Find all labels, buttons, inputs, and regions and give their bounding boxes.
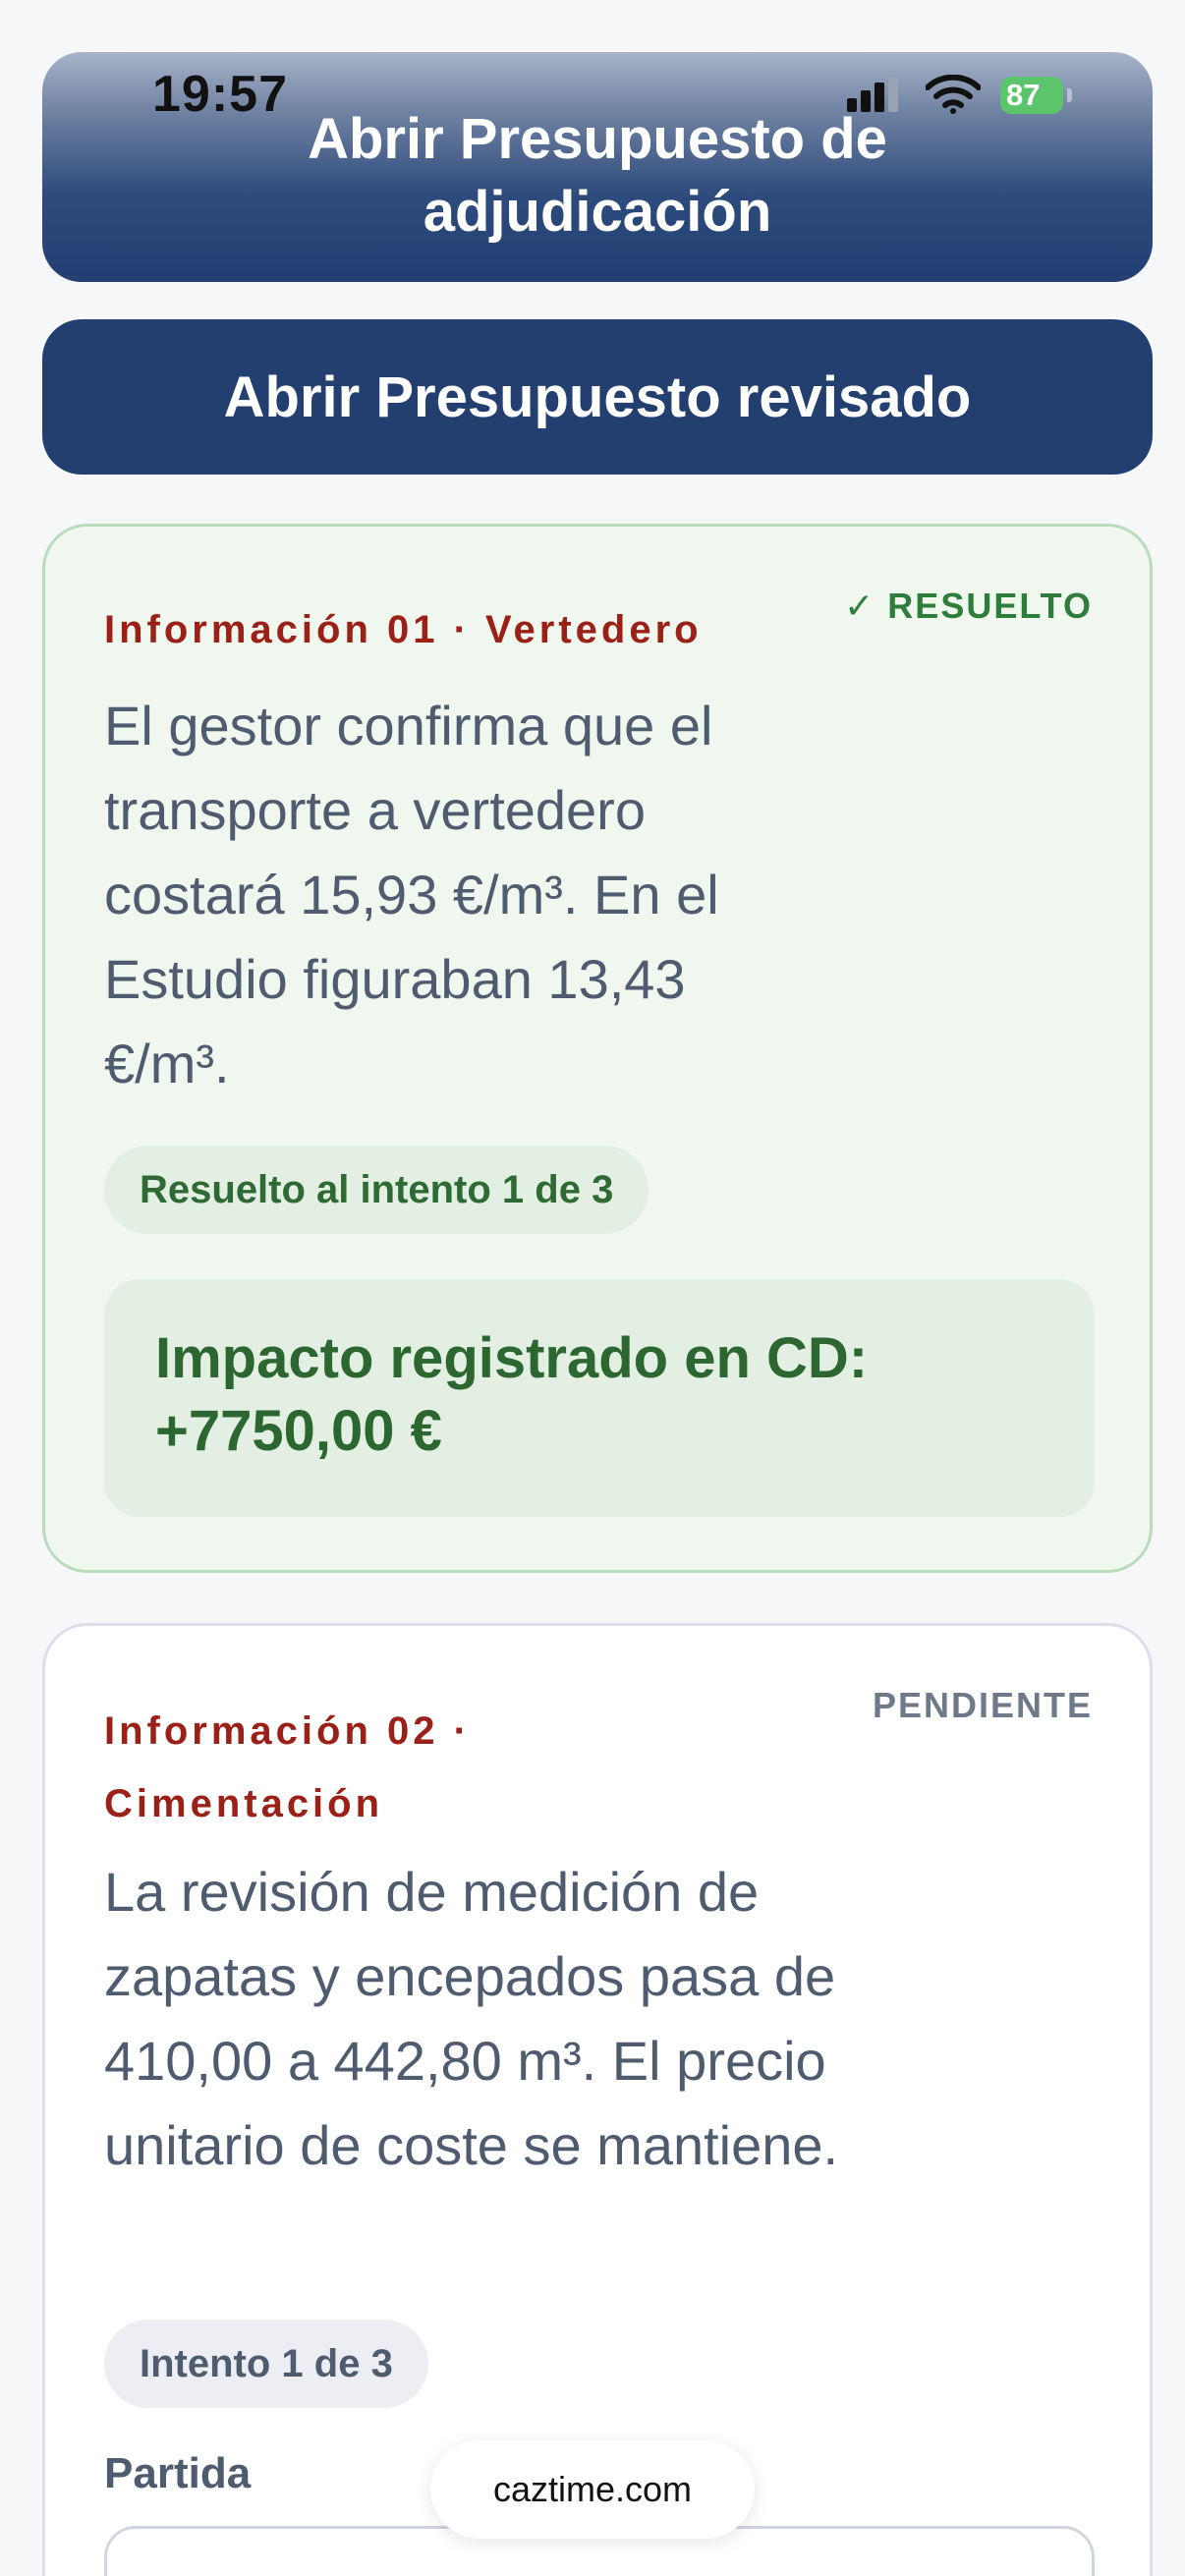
status-badge: PENDIENTE <box>872 1685 1093 1725</box>
impact-value: +7750,00 € <box>155 1399 442 1463</box>
url-text: caztime.com <box>492 2469 693 2509</box>
attempt-badge: Resuelto al intento 1 de 3 <box>104 1146 649 1234</box>
attempt-badge: Intento 1 de 3 <box>104 2320 428 2408</box>
status-time: 19:57 <box>152 66 288 123</box>
card-description: La revisión de medición de zapatas y enc… <box>104 1861 839 2176</box>
status-badge: ✓ RESUELTO <box>844 586 1093 626</box>
open-revised-budget-button[interactable]: Abrir Presupuesto revisado <box>42 319 1153 475</box>
partida-label: Partida <box>104 2449 252 2497</box>
impact-summary: Impacto registrado en CD: +7750,00 € <box>104 1279 1095 1517</box>
battery-level: 87 <box>1006 78 1041 112</box>
info-card-resolved: Información 01 · Vertedero ✓ RESUELTO El… <box>42 524 1153 1573</box>
card-kicker: Información 02 · Cimentación <box>104 1709 471 1825</box>
info-card-pending: Información 02 · Cimentación PENDIENTE L… <box>42 1623 1153 2576</box>
battery-icon: 87 <box>1000 77 1063 114</box>
card-description: El gestor confirma que el transporte a v… <box>104 695 719 1094</box>
wifi-icon <box>926 75 981 114</box>
browser-url-bar[interactable]: caztime.com <box>430 2440 755 2539</box>
battery-tip-icon <box>1067 88 1072 102</box>
impact-label: Impacto registrado en CD: <box>155 1326 869 1390</box>
open-adjudication-budget-label: Abrir Presupuesto de adjudicación <box>308 107 887 244</box>
open-revised-budget-label: Abrir Presupuesto revisado <box>223 364 972 429</box>
card-kicker: Información 01 · Vertedero <box>104 608 703 651</box>
cellular-signal-icon <box>847 77 898 112</box>
